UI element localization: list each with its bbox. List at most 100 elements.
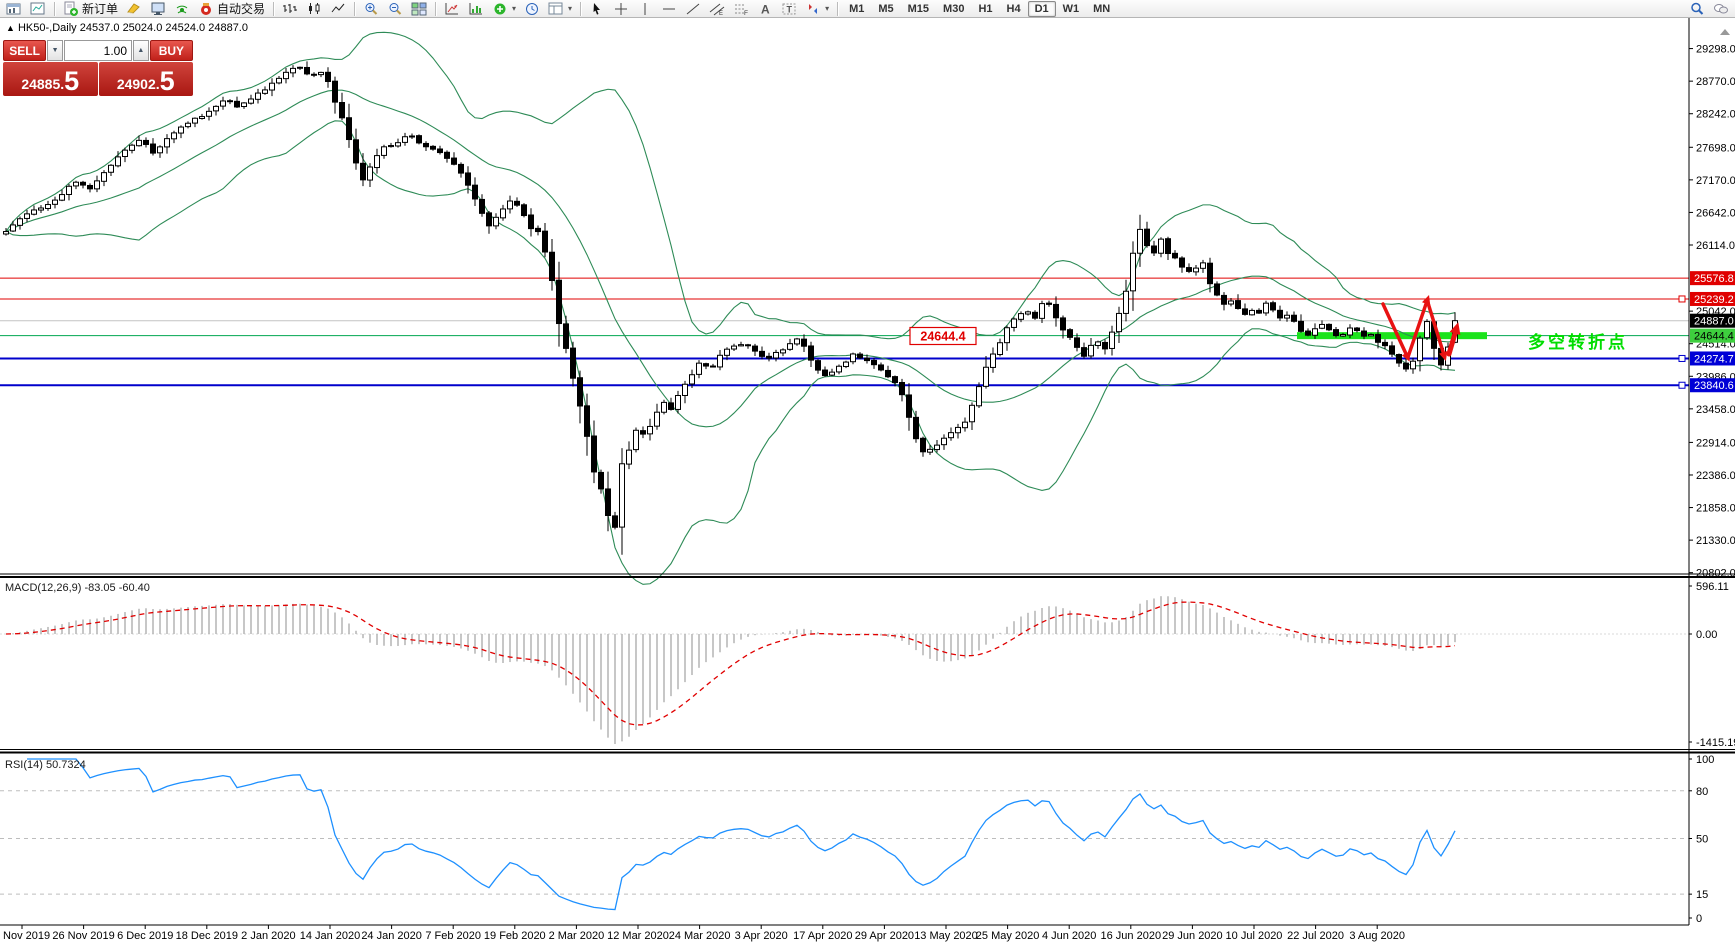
zoom-out-icon [389, 2, 402, 15]
indicators-button[interactable] [440, 0, 464, 18]
market-watch-button[interactable] [26, 0, 50, 18]
svg-text:T: T [787, 4, 793, 14]
buy-price: 24902 [116, 76, 156, 92]
timeframe-button-w1[interactable]: W1 [1056, 1, 1087, 17]
price-badge-label: 24274.7 [1694, 353, 1734, 365]
date-label: 6 Dec 2019 [117, 930, 173, 942]
date-label: 14 Jan 2020 [300, 930, 361, 942]
date-label: 22 Jul 2020 [1287, 930, 1344, 942]
date-label: 16 Jun 2020 [1101, 930, 1162, 942]
chart-window-button[interactable] [2, 0, 26, 18]
main-chart-pane[interactable] [0, 18, 1689, 574]
clock-button[interactable] [520, 0, 544, 18]
new-order-button[interactable]: 新订单 [59, 0, 122, 18]
axis-tick-label: 21330.0 [1696, 535, 1735, 547]
sell-price: 24885 [21, 76, 61, 92]
timeframe-button-m5[interactable]: M5 [871, 1, 900, 17]
date-label: 13 May 2020 [914, 930, 978, 942]
price-badge-label: 25576.8 [1694, 273, 1734, 285]
volume-input[interactable] [64, 40, 132, 61]
timeframe-button-mn[interactable]: MN [1086, 1, 1117, 17]
axis-tick-label: 22386.0 [1696, 470, 1735, 482]
macd-axis-label: -1415.19 [1696, 737, 1735, 749]
arrows-dropdown-icon[interactable]: ▾ [825, 4, 829, 13]
text-label-button[interactable]: T [777, 0, 801, 18]
toolbar-separator [435, 1, 437, 16]
crosshair-button[interactable] [609, 0, 633, 18]
expert-advisor-button[interactable] [146, 0, 170, 18]
search-button[interactable] [1685, 0, 1709, 18]
signal-button[interactable] [170, 0, 194, 18]
timeframe-button-m15[interactable]: M15 [901, 1, 936, 17]
volume-decrease-button[interactable]: ▼ [47, 40, 63, 61]
svg-text:A: A [761, 2, 770, 16]
rsi-axis-label: 15 [1696, 889, 1708, 901]
add-indicator-button[interactable]: ▾ [488, 0, 520, 18]
chat-icon [1714, 3, 1728, 13]
templates-button[interactable]: ▾ [544, 0, 576, 18]
timeframe-button-m30[interactable]: M30 [936, 1, 971, 17]
price-badge-label: 24644.4 [1694, 331, 1734, 343]
templates-dropdown-icon[interactable]: ▾ [568, 4, 572, 13]
chat-button[interactable] [1709, 0, 1733, 18]
toolbar-separator [354, 1, 356, 16]
timeframe-button-h4[interactable]: H4 [1000, 1, 1028, 17]
signal-icon [176, 5, 188, 13]
date-label: 12 Mar 2020 [607, 930, 669, 942]
tile-windows-icon [411, 2, 427, 15]
price-badge-label: 23840.6 [1694, 380, 1734, 392]
timeframe-button-d1[interactable]: D1 [1027, 0, 1056, 17]
add-indicator-dropdown-icon[interactable]: ▾ [512, 4, 516, 13]
ohlc-low: 24524.0 [165, 22, 206, 34]
line-chart-type-button[interactable] [326, 0, 350, 18]
sell-price-panel[interactable]: 24885. 5 [3, 62, 98, 96]
text-icon: A [761, 2, 770, 16]
tile-windows-button[interactable] [407, 0, 431, 18]
chart-window-icon [6, 3, 21, 14]
templates-icon [548, 2, 563, 14]
autotrade-button[interactable]: 自动交易 [194, 0, 269, 18]
macd-pane[interactable] [0, 578, 1689, 749]
one-click-trading-panel: SELL ▼ ▲ BUY 24885.5 24902.5 [3, 40, 193, 96]
text-button[interactable]: A [753, 0, 777, 18]
zoom-in-button[interactable] [359, 0, 383, 18]
crosshair-icon [615, 2, 628, 15]
svg-text:F: F [744, 10, 748, 17]
indicator-list-icon [469, 2, 483, 14]
axis-tick-label: 23458.0 [1696, 404, 1735, 416]
date-label: 2 Mar 2020 [549, 930, 605, 942]
axis-tick-label: 26642.0 [1696, 207, 1735, 219]
axis-tick-label: 28770.0 [1696, 76, 1735, 88]
bar-chart-type-icon [283, 3, 298, 13]
axis-tick-label: 26114.0 [1696, 240, 1735, 252]
vertical-line-button[interactable] [633, 0, 657, 18]
date-label: 3 Apr 2020 [735, 930, 788, 942]
buy-button[interactable]: BUY [149, 40, 193, 61]
timeframe-button-m1[interactable]: M1 [842, 1, 871, 17]
date-label: 4 Nov 2019 [0, 930, 50, 942]
cursor-button[interactable] [585, 0, 609, 18]
equidistant-channel-button[interactable]: E [705, 0, 729, 18]
bar-chart-type-button[interactable] [278, 0, 302, 18]
price-badge-label: 25239.2 [1694, 294, 1734, 306]
arrows-button[interactable]: ▾ [801, 0, 833, 18]
chart-title: ▲ HK50-,Daily 24537.0 25024.0 24524.0 24… [6, 22, 248, 34]
trendline-button[interactable] [681, 0, 705, 18]
indicator-list-button[interactable] [464, 0, 488, 18]
indicators-icon [445, 2, 459, 14]
buy-price-panel[interactable]: 24902. 5 [98, 62, 193, 96]
autotrade-label: 自动交易 [217, 2, 266, 16]
highlighter-button[interactable] [122, 0, 146, 18]
line-chart-type-icon [331, 3, 345, 12]
horizontal-line-button[interactable] [657, 0, 681, 18]
fibonacci-button[interactable]: F [729, 0, 753, 18]
rsi-pane[interactable] [0, 753, 1689, 925]
sell-button[interactable]: SELL [3, 40, 47, 61]
zoom-out-button[interactable] [383, 0, 407, 18]
candle-chart-type-button[interactable] [302, 0, 326, 18]
toolbar: 新订单 自动交易 ▾ ▾ E F A T ▾ M1 M5 M15 M30 H1 H4 D1 W1 MN [0, 0, 1735, 18]
volume-increase-button[interactable]: ▲ [133, 40, 149, 61]
date-label: 29 Apr 2020 [855, 930, 914, 942]
timeframe-button-h1[interactable]: H1 [971, 1, 999, 17]
collapse-arrow-icon[interactable]: ▲ [6, 23, 15, 33]
